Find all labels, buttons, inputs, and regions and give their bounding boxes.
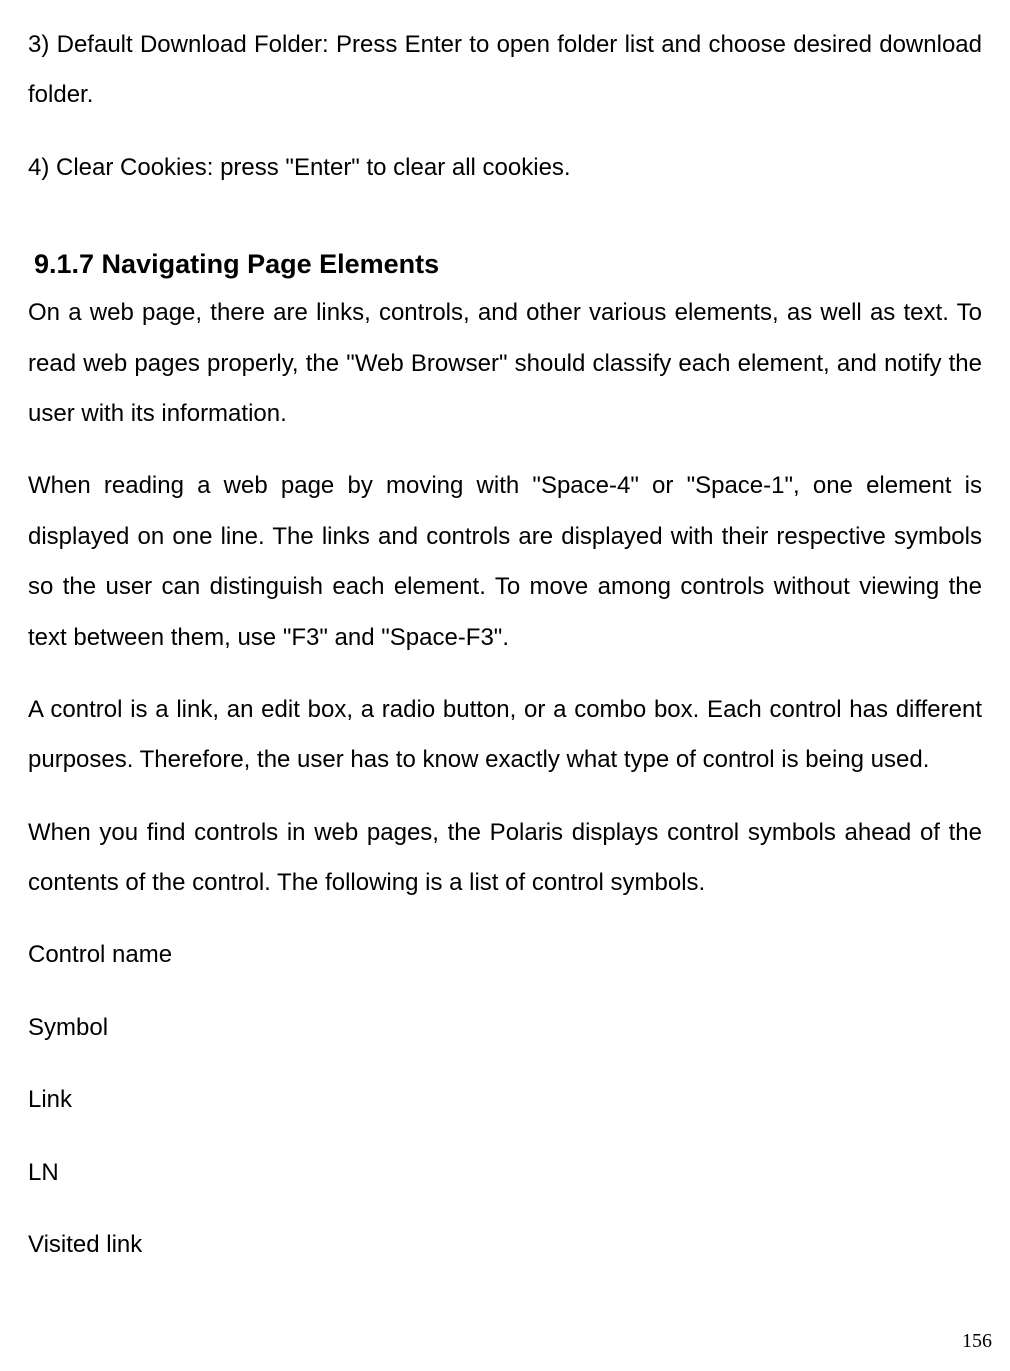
list-link: Link — [28, 1075, 982, 1125]
page-number: 156 — [962, 1330, 992, 1353]
paragraph-symbols-intro: When you find controls in web pages, the… — [28, 808, 982, 909]
list-symbol: Symbol — [28, 1003, 982, 1053]
paragraph-control-types: A control is a link, an edit box, a radi… — [28, 685, 982, 786]
paragraph-download-folder: 3) Default Download Folder: Press Enter … — [28, 20, 982, 121]
section-heading: 9.1.7 Navigating Page Elements — [28, 249, 982, 280]
paragraph-intro: On a web page, there are links, controls… — [28, 288, 982, 439]
list-visited-link: Visited link — [28, 1220, 982, 1270]
list-control-name: Control name — [28, 930, 982, 980]
paragraph-clear-cookies: 4) Clear Cookies: press "Enter" to clear… — [28, 143, 982, 193]
list-ln: LN — [28, 1148, 982, 1198]
paragraph-reading: When reading a web page by moving with "… — [28, 461, 982, 663]
